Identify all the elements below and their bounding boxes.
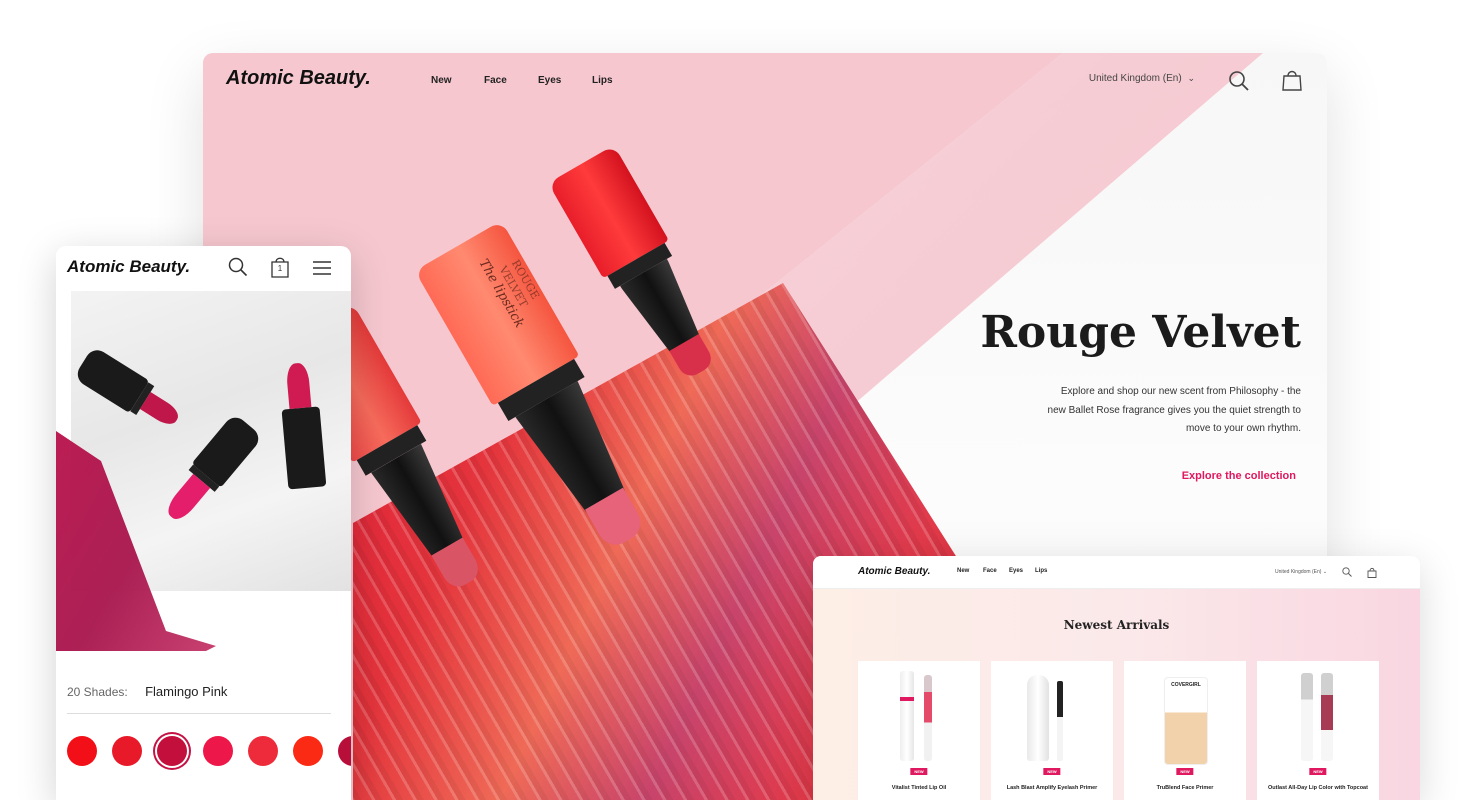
lip-color-topcoat-image (1321, 673, 1333, 761)
product-name[interactable]: Vitalist Tinted Lip Oil (858, 785, 980, 791)
small-header: Atomic Beauty. New Face Eyes Lips United… (813, 556, 1420, 589)
product-name[interactable]: Outlast All-Day Lip Color with Topcoat (1257, 785, 1379, 791)
eyelash-primer-tube-image (1027, 675, 1049, 761)
mobile-cart-icon[interactable]: 1 (269, 255, 291, 279)
shade-swatch-5[interactable] (248, 736, 278, 766)
shade-swatch-7[interactable] (338, 736, 351, 766)
small-nav-new[interactable]: New (957, 568, 969, 574)
search-icon[interactable] (1226, 68, 1252, 94)
shades-count-label: 20 Shades: (67, 685, 128, 699)
nav-link-eyes[interactable]: Eyes (538, 75, 561, 86)
lip-oil-wand-image (924, 675, 932, 761)
newest-arrivals-heading: Newest Arrivals (1063, 618, 1170, 632)
shopping-bag-icon[interactable] (1279, 67, 1305, 93)
cart-count: 1 (277, 264, 283, 273)
shade-divider (67, 713, 331, 714)
photo-lipstick-2 (278, 362, 327, 490)
mobile-search-icon[interactable] (227, 256, 249, 278)
small-nav-eyes[interactable]: Eyes (1009, 568, 1023, 574)
region-selector[interactable]: United Kingdom (En) ⌄ (1089, 73, 1195, 84)
shade-swatch-6[interactable] (293, 736, 323, 766)
shade-info: 20 Shades: Flamingo Pink (67, 684, 227, 699)
photo-lipstick-3 (157, 412, 264, 529)
small-nav-face[interactable]: Face (983, 568, 997, 574)
small-search-icon[interactable] (1341, 566, 1353, 578)
nav-link-new[interactable]: New (431, 75, 452, 86)
shade-swatch-2[interactable] (112, 736, 142, 766)
brand-logo[interactable]: Atomic Beauty. (226, 67, 371, 90)
menu-icon[interactable] (311, 258, 333, 278)
desktop-header: Atomic Beauty. New Face Eyes Lips United… (203, 53, 1327, 109)
small-region-label: United Kingdom (En) (1275, 569, 1322, 575)
selected-shade-name: Flamingo Pink (145, 684, 228, 699)
eyelash-primer-wand-image (1057, 681, 1063, 761)
product-card-4[interactable]: NEW Outlast All-Day Lip Color with Topco… (1257, 661, 1379, 800)
mobile-brand-logo[interactable]: Atomic Beauty. (67, 257, 190, 277)
hero-title: Rouge Velvet (980, 307, 1301, 358)
shade-swatch-3-selected[interactable] (157, 736, 187, 766)
hero-description: Explore and shop our new scent from Phil… (1047, 386, 1301, 434)
new-badge: NEW (1176, 768, 1194, 775)
product-card-2[interactable]: NEW Lash Blast Amplify Eyelash Primer (991, 661, 1113, 800)
mobile-window: Atomic Beauty. 1 20 Shades: Flamingo Pin… (56, 246, 351, 800)
small-chevron-down-icon: ⌄ (1322, 569, 1328, 575)
lip-oil-image (900, 671, 914, 761)
product-card-3[interactable]: COVERGIRL NEW TruBlend Face Primer (1124, 661, 1246, 800)
nav-link-lips[interactable]: Lips (592, 75, 613, 86)
face-primer-brand-label: COVERGIRL (1171, 682, 1201, 688)
product-card-1[interactable]: NEW Vitalist Tinted Lip Oil (858, 661, 980, 800)
shade-swatch-4[interactable] (203, 736, 233, 766)
face-primer-bottle-image: COVERGIRL (1164, 677, 1208, 765)
new-badge: NEW (1309, 768, 1327, 775)
new-badge: NEW (910, 768, 928, 775)
small-region-selector[interactable]: United Kingdom (En) ⌄ (1275, 569, 1327, 575)
region-label: United Kingdom (En) (1088, 73, 1182, 84)
small-brand-logo[interactable]: Atomic Beauty. (858, 566, 930, 577)
nav-link-face[interactable]: Face (484, 75, 507, 86)
product-name[interactable]: TruBlend Face Primer (1124, 785, 1246, 791)
small-nav-lips[interactable]: Lips (1035, 568, 1047, 574)
lip-color-tube-image (1301, 673, 1313, 761)
shade-swatch-1[interactable] (67, 736, 97, 766)
photo-lipstick-1 (73, 345, 186, 437)
chevron-down-icon: ⌄ (1187, 73, 1195, 83)
small-desktop-window: Atomic Beauty. New Face Eyes Lips United… (813, 556, 1420, 800)
product-name[interactable]: Lash Blast Amplify Eyelash Primer (991, 785, 1113, 791)
explore-collection-link[interactable]: Explore the collection (1182, 470, 1296, 482)
small-bag-icon[interactable] (1366, 566, 1378, 578)
new-badge: NEW (1043, 768, 1061, 775)
